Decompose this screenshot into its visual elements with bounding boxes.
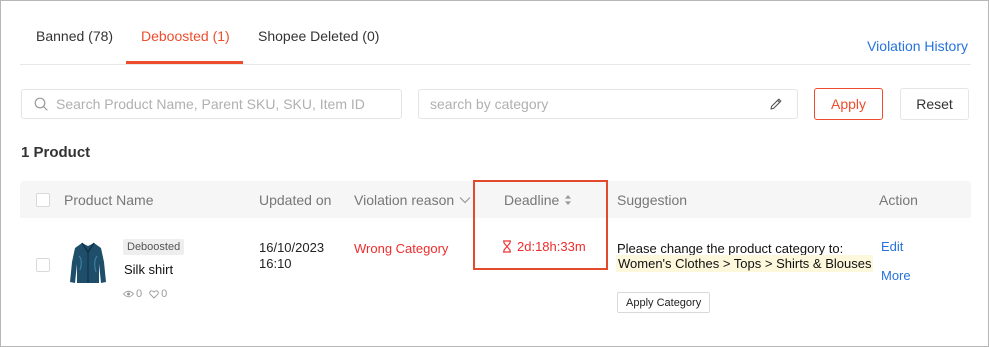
column-header-violation-reason-label: Violation reason (354, 192, 455, 208)
column-header-updated-on: Updated on (259, 192, 332, 208)
violation-history-link[interactable]: Violation History (867, 38, 968, 54)
status-badge: Deboosted (123, 239, 185, 255)
column-header-action: Action (879, 192, 918, 208)
sort-icon[interactable] (564, 194, 572, 206)
updated-time: 16:10 (259, 256, 292, 271)
apply-category-button[interactable]: Apply Category (617, 292, 711, 313)
like-count: 0 (161, 288, 168, 300)
eye-icon (123, 290, 134, 298)
row-checkbox[interactable] (36, 258, 50, 272)
suggested-category: Women's Clothes > Tops > Shirts & Blouse… (616, 255, 874, 272)
category-search-input[interactable] (430, 90, 760, 118)
tab-shopee-deleted[interactable]: Shopee Deleted (0) (258, 28, 379, 44)
violation-reason: Wrong Category (354, 241, 449, 256)
category-field (418, 89, 798, 119)
select-all-checkbox[interactable] (36, 193, 50, 207)
tab-bar: Banned (78) Deboosted (1) Shopee Deleted… (20, 1, 971, 65)
column-header-product-name: Product Name (64, 192, 154, 208)
table-row: Deboosted Silk shirt 0 0 16/10/2023 16:1… (20, 218, 971, 346)
search-icon (34, 97, 48, 111)
table-header: Product Name Updated on Violation reason… (20, 181, 971, 218)
product-name[interactable]: Silk shirt (124, 262, 173, 277)
edit-link[interactable]: Edit (881, 239, 903, 254)
column-header-violation-reason[interactable]: Violation reason (354, 192, 471, 208)
product-count: 1 Product (21, 144, 91, 161)
tab-banned[interactable]: Banned (78) (36, 28, 113, 44)
column-header-deadline-label: Deadline (504, 192, 560, 208)
pencil-icon[interactable] (769, 97, 783, 111)
suggestion-text: Please change the product category to: (617, 241, 844, 256)
search-input[interactable] (56, 90, 396, 118)
column-header-suggestion: Suggestion (617, 192, 688, 208)
hourglass-icon (503, 240, 511, 253)
tab-deboosted[interactable]: Deboosted (1) (141, 28, 230, 44)
deadline-countdown: 2d:18h:33m (502, 239, 586, 254)
view-count: 0 (136, 288, 143, 300)
updated-date: 16/10/2023 (259, 240, 325, 255)
active-tab-indicator (126, 61, 243, 64)
apply-button[interactable]: Apply (814, 88, 883, 120)
search-field (21, 89, 402, 119)
product-table: Product Name Updated on Violation reason… (20, 181, 971, 346)
like-stat: 0 (149, 288, 167, 300)
reset-button[interactable]: Reset (900, 88, 969, 120)
heart-icon (149, 289, 159, 299)
product-stats: 0 0 (123, 288, 167, 300)
product-image[interactable] (68, 240, 108, 286)
chevron-down-icon[interactable] (459, 196, 471, 204)
column-header-deadline[interactable]: Deadline (504, 192, 572, 208)
deadline-value: 2d:18h:33m (517, 239, 586, 254)
app-frame: Banned (78) Deboosted (1) Shopee Deleted… (0, 0, 989, 347)
more-link[interactable]: More (881, 268, 911, 283)
